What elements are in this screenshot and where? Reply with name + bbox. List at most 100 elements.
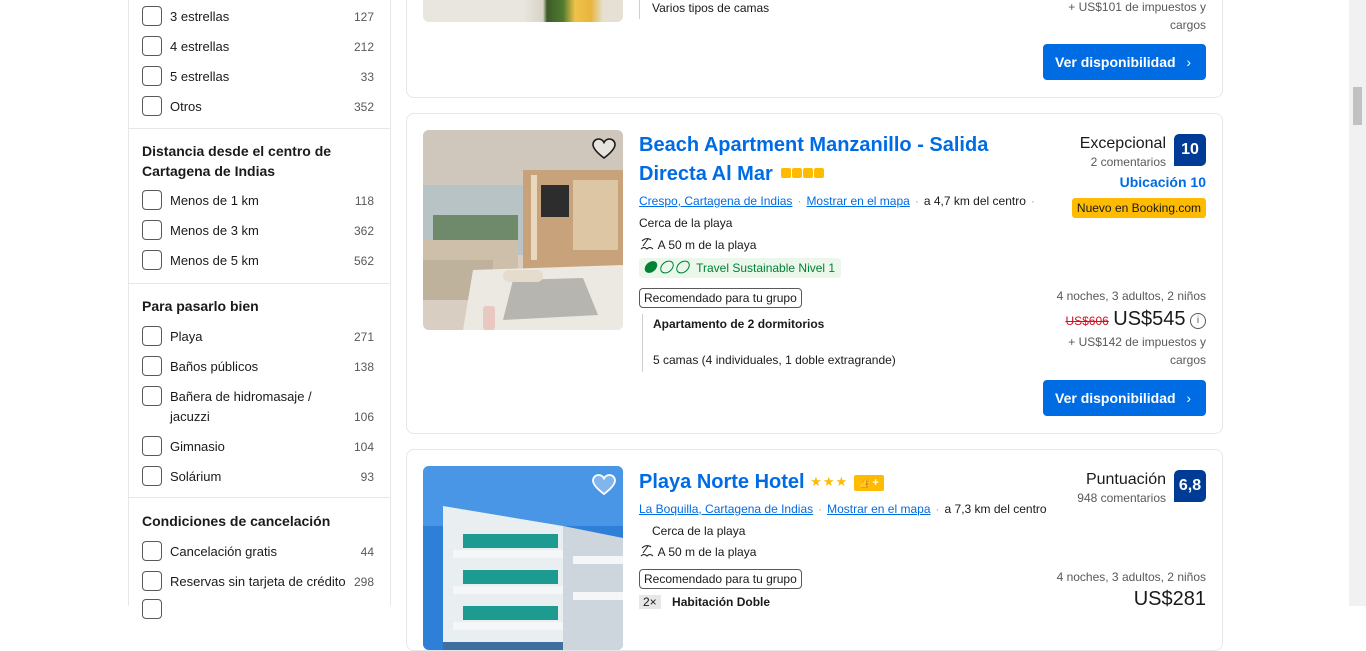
checkbox[interactable] — [142, 599, 162, 619]
filter-5-stars[interactable]: 5 estrellas 33 — [142, 66, 374, 88]
checkbox[interactable] — [142, 36, 162, 56]
checkbox[interactable] — [142, 541, 162, 561]
rating-squares-icon — [781, 159, 825, 186]
filter-label: Playa — [170, 329, 203, 344]
filter-gym[interactable]: Gimnasio 104 — [142, 436, 374, 458]
title-line: Directa Al Mar — [639, 159, 1039, 188]
checkbox[interactable] — [142, 96, 162, 116]
checkbox[interactable] — [142, 356, 162, 376]
checkbox[interactable] — [142, 220, 162, 240]
filter-count: 562 — [353, 254, 374, 268]
filter-no-credit-card[interactable]: Reservas sin tarjeta de crédito 298 — [142, 571, 374, 593]
heart-icon[interactable] — [591, 136, 617, 162]
filter-free-cancellation[interactable]: Cancelación gratis 44 — [142, 541, 374, 563]
recommended-badge: Recomendado para tu grupo — [639, 569, 802, 589]
checkbox[interactable] — [142, 6, 162, 26]
separator: · — [914, 194, 919, 208]
chevron-right-icon: › — [1186, 54, 1191, 70]
filter-label: 3 estrellas — [170, 9, 230, 24]
new-on-booking-badge: Nuevo en Booking.com — [1071, 198, 1206, 218]
checkbox[interactable] — [142, 386, 162, 406]
near-beach-text: Cerca de la playa — [639, 216, 733, 230]
current-price: US$281 — [1133, 588, 1206, 610]
filter-label: Reservas sin tarjeta de crédito — [170, 574, 346, 589]
filter-label: 4 estrellas — [170, 39, 230, 54]
location-link[interactable]: La Boquilla, Cartagena de Indias — [639, 502, 813, 516]
filter-4-stars[interactable]: 4 estrellas 212 — [142, 36, 374, 58]
filter-distance-1km[interactable]: Menos de 1 km 118 — [142, 190, 374, 212]
separator: · — [1030, 194, 1035, 208]
room-type: Apartamento de 2 dormitorios — [653, 317, 825, 331]
checkbox[interactable] — [142, 190, 162, 210]
filter-3-stars[interactable]: 3 estrellas 127 — [142, 6, 374, 28]
show-on-map-link[interactable]: Mostrar en el mapa — [827, 502, 930, 516]
current-price: US$545 — [1113, 308, 1186, 330]
review-score-badge[interactable]: 10 — [1174, 134, 1206, 166]
title-line: Beach Apartment Manzanillo - Salida — [639, 134, 989, 156]
beach-distance-line: A 50 m de la playa — [639, 237, 756, 253]
review-count: 2 comentarios — [1090, 155, 1166, 169]
stay-details: 4 noches, 3 adultos, 2 niños — [1056, 289, 1206, 303]
filter-next-partial[interactable] — [142, 599, 374, 621]
filter-distance-3km[interactable]: Menos de 3 km 362 — [142, 220, 374, 242]
filter-distance-5km[interactable]: Menos de 5 km 562 — [142, 250, 374, 272]
room-type: Habitación Doble — [672, 595, 771, 609]
room-info: 2× Habitación Doble — [639, 595, 770, 609]
filter-count: 127 — [353, 10, 374, 24]
thumbs-up-plus-icon: 👍+ — [853, 475, 884, 491]
review-score-text[interactable]: Excepcional 2 comentarios — [1080, 134, 1166, 170]
taxes-info: + US$142 de impuestos y cargos — [1068, 333, 1206, 369]
scrollbar-thumb[interactable] — [1353, 87, 1362, 125]
checkbox[interactable] — [142, 466, 162, 486]
location-link[interactable]: Crespo, Cartagena de Indias — [639, 194, 792, 208]
see-availability-button[interactable]: Ver disponibilidad › — [1043, 380, 1206, 416]
page-scrollbar[interactable] — [1349, 0, 1366, 606]
property-photo[interactable] — [423, 0, 623, 22]
property-title[interactable]: Playa Norte Hotel ★★★ 👍+ — [639, 468, 884, 496]
filter-public-baths[interactable]: Baños públicos 138 — [142, 356, 374, 378]
review-count: 948 comentarios — [1077, 491, 1166, 505]
filter-label: Menos de 1 km — [170, 193, 259, 208]
filter-label: Menos de 3 km — [170, 223, 259, 238]
location-score: Ubicación 10 — [1119, 174, 1206, 190]
review-score-text[interactable]: Puntuación 948 comentarios — [1077, 470, 1166, 506]
filter-count: 362 — [353, 224, 374, 238]
checkbox[interactable] — [142, 571, 162, 591]
filter-count: 44 — [360, 545, 374, 559]
star-rating: ★★★ — [810, 474, 849, 489]
score-word: Excepcional — [1079, 135, 1166, 152]
property-title[interactable]: Beach Apartment Manzanillo - Salida Dire… — [639, 132, 1039, 188]
checkbox[interactable] — [142, 66, 162, 86]
info-icon[interactable]: i — [1190, 313, 1206, 329]
price-line: US$606 US$545 i — [1065, 308, 1206, 331]
chevron-right-icon: › — [1186, 390, 1191, 406]
filter-other-stars[interactable]: Otros 352 — [142, 96, 374, 118]
section-title: Distancia desde el centro de Cartagena d… — [142, 143, 332, 179]
filter-solarium[interactable]: Solárium 93 — [142, 466, 374, 488]
beach-icon — [640, 545, 654, 557]
title-text: Directa Al Mar — [639, 163, 773, 185]
distance-from-center: a 4,7 km del centro — [923, 194, 1026, 208]
beach-distance-text: A 50 m de la playa — [657, 238, 757, 252]
filter-count: 93 — [360, 470, 374, 484]
review-score-badge[interactable]: 6,8 — [1174, 470, 1206, 502]
taxes-line: cargos — [1169, 353, 1206, 367]
checkbox[interactable] — [142, 436, 162, 456]
beach-distance-line: A 50 m de la playa — [639, 544, 756, 560]
filter-hot-tub[interactable]: Bañera de hidromasaje / jacuzzi 106 — [142, 386, 374, 428]
sustainability-badge[interactable]: Travel Sustainable Nivel 1 — [639, 258, 842, 278]
filter-count: 298 — [353, 575, 374, 589]
filter-beach[interactable]: Playa 271 — [142, 326, 374, 348]
show-on-map-link[interactable]: Mostrar en el mapa — [806, 194, 909, 208]
location-line: La Boquilla, Cartagena de Indias · Mostrar… — [639, 500, 1079, 518]
separator: · — [818, 502, 823, 516]
checkbox[interactable] — [142, 250, 162, 270]
fun-filter-section: Para pasarlo bien Playa 271 Baños públic… — [129, 284, 390, 498]
taxes-line: cargos — [1169, 18, 1206, 32]
checkbox[interactable] — [142, 326, 162, 346]
heart-icon[interactable] — [591, 472, 617, 498]
button-label: Ver disponibilidad — [1055, 390, 1176, 406]
filter-count: 106 — [353, 410, 374, 424]
beach-icon — [640, 238, 654, 250]
see-availability-button[interactable]: Ver disponibilidad › — [1043, 44, 1206, 80]
